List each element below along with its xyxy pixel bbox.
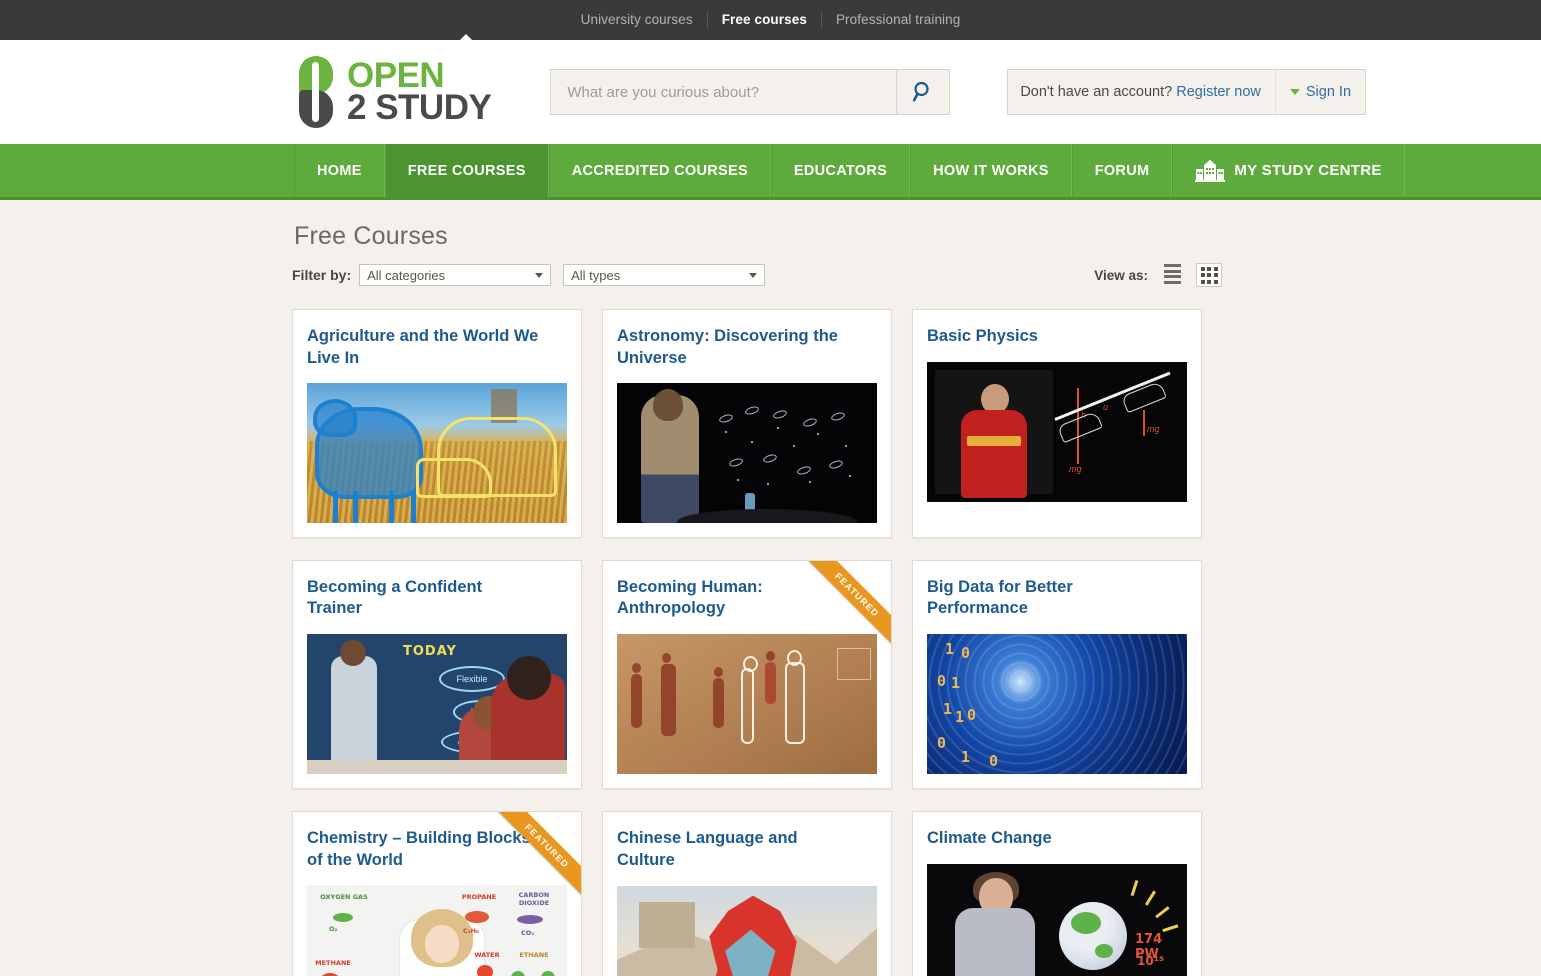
course-title: Basic Physics: [927, 327, 1038, 345]
site-header: OPEN 2 STUDY Don't have an account? Regi…: [0, 40, 1541, 144]
molecule-label-methane: METHANE: [315, 958, 351, 967]
course-card-agriculture[interactable]: Agriculture and the World We Live In: [292, 309, 582, 538]
course-title: Climate Change: [927, 829, 1052, 848]
binary-digit: 0: [961, 644, 971, 663]
course-thumbnail: [307, 382, 567, 523]
account-box: Don't have an account? Register now Sign…: [1007, 69, 1367, 115]
nav-item-my-study-centre[interactable]: MY STUDY CENTRE: [1172, 144, 1405, 197]
climate-value-exponent: 10¹⁵: [1137, 954, 1165, 969]
view-as-label: View as:: [1094, 267, 1148, 283]
nav-item-accredited-courses[interactable]: ACCREDITED COURSES: [548, 144, 771, 197]
account-prompt-text: Don't have an account?: [1020, 84, 1173, 100]
course-title: Agriculture and the World We Live In: [307, 327, 539, 367]
category-filter-value: All categories: [367, 267, 446, 283]
topbar-link-free-courses[interactable]: Free courses: [708, 0, 821, 40]
main-content: Free Courses Filter by: All categories A…: [0, 200, 1541, 976]
chevron-down-icon: [749, 273, 758, 278]
search-icon: [913, 81, 929, 102]
view-as-controls: View as:: [1094, 263, 1222, 287]
filter-by-label: Filter by:: [292, 267, 352, 283]
chevron-down-icon: [1289, 89, 1300, 95]
course-thumbnail: h u mg mg: [927, 362, 1187, 502]
course-card-chemistry[interactable]: Chemistry – Building Blocks of the World…: [292, 811, 582, 976]
chevron-down-icon: [535, 273, 544, 278]
binary-digit: 1: [945, 640, 955, 659]
grid-view-button[interactable]: [1196, 263, 1222, 287]
board-text-today: TODAY: [403, 644, 457, 660]
course-grid: Agriculture and the World We Live In Ast…: [292, 309, 1541, 976]
course-thumbnail: OXYGEN GAS O₂ PROPANE C₃H₈ CARBON DIOXID…: [307, 884, 567, 976]
search-input[interactable]: [551, 70, 897, 114]
course-thumbnail: TODAY Flexible learn experience: [307, 634, 567, 775]
binary-digit: 1: [961, 748, 971, 767]
topbar-link-university-courses[interactable]: University courses: [567, 0, 707, 40]
filter-toolbar: Filter by: All categories All types View…: [292, 263, 1222, 287]
main-navigation: HOME FREE COURSES ACCREDITED COURSES EDU…: [0, 144, 1541, 200]
binary-digit: 1: [951, 674, 961, 693]
leaf-logo-icon: [295, 56, 337, 128]
course-thumbnail: [617, 634, 877, 775]
search-button[interactable]: [896, 70, 949, 114]
binary-digit: 1: [955, 708, 965, 727]
course-title: Astronomy: Discovering the Universe: [617, 327, 838, 367]
type-filter-value: All types: [571, 267, 621, 283]
nav-item-how-it-works[interactable]: HOW IT WORKS: [910, 144, 1072, 197]
molecule-formula-co2: CO₂: [521, 928, 535, 937]
nav-item-home[interactable]: HOME: [294, 144, 385, 197]
molecule-formula-propane: C₃H₈: [463, 926, 479, 935]
course-card-basic-physics[interactable]: Basic Physics h u mg mg: [912, 309, 1202, 538]
course-card-chinese-language[interactable]: Chinese Language and Culture: [602, 811, 892, 976]
nav-item-forum[interactable]: FORUM: [1071, 144, 1173, 197]
topbar-link-professional-training[interactable]: Professional training: [822, 0, 974, 40]
campus-building-icon: [1195, 159, 1226, 182]
nav-item-my-study-centre-label: MY STUDY CENTRE: [1234, 162, 1382, 179]
list-view-icon: [1163, 264, 1181, 286]
account-prompt: Don't have an account? Register now: [1008, 84, 1275, 100]
category-filter-select[interactable]: All categories: [359, 264, 552, 286]
molecule-label-ethane: ETHANE: [519, 950, 549, 959]
type-filter-select[interactable]: All types: [563, 264, 766, 286]
course-card-confident-trainer[interactable]: Becoming a Confident Trainer TODAY Flexi…: [292, 559, 582, 790]
logo-text-2study: 2 STUDY: [347, 88, 492, 127]
sign-in-button[interactable]: Sign In: [1276, 84, 1365, 100]
nav-item-educators[interactable]: EDUCATORS: [770, 144, 911, 197]
course-card-becoming-human[interactable]: Becoming Human: Anthropology FEATURED: [602, 559, 892, 790]
molecule-label-propane: PROPANE: [461, 892, 497, 901]
binary-digit: 0: [937, 672, 947, 691]
course-title: Chinese Language and Culture: [617, 829, 798, 869]
list-view-button[interactable]: [1159, 263, 1185, 287]
binary-digit: 0: [937, 734, 947, 753]
page-title: Free Courses: [294, 222, 448, 250]
course-thumbnail: 174 PW 10¹⁵: [927, 864, 1187, 976]
register-now-link[interactable]: Register now: [1176, 84, 1261, 100]
logo-wordmark: OPEN 2 STUDY: [347, 58, 492, 127]
search-bar: [550, 69, 951, 115]
course-card-astronomy[interactable]: Astronomy: Discovering the Universe: [602, 309, 892, 538]
sign-in-label: Sign In: [1305, 84, 1352, 100]
course-title: Becoming a Confident Trainer: [307, 577, 483, 618]
course-title: Chemistry – Building Blocks of the World: [307, 829, 531, 869]
course-thumbnail: 1 0 0 1 1 1 0 0 1 0: [927, 634, 1187, 775]
nav-item-free-courses[interactable]: FREE COURSES: [384, 144, 549, 197]
course-thumbnail: [617, 885, 877, 976]
molecule-label-water: WATER: [474, 950, 500, 959]
molecule-label-co2: CARBON DIOXIDE: [518, 890, 550, 907]
molecule-label-oxygen: OXYGEN GAS: [320, 892, 368, 901]
grid-view-icon: [1200, 266, 1218, 284]
course-card-big-data[interactable]: Big Data for Better Performance 1 0 0 1 …: [912, 559, 1202, 790]
course-thumbnail: [617, 382, 877, 523]
active-section-caret-icon: [459, 34, 473, 41]
course-title: Big Data for Better Performance: [927, 577, 1073, 618]
top-utility-links: University courses Free courses Professi…: [567, 0, 975, 40]
binary-digit: 1: [943, 700, 953, 719]
molecule-formula-oxygen: O₂: [329, 924, 338, 933]
top-utility-bar: University courses Free courses Professi…: [0, 0, 1541, 41]
course-title: Becoming Human: Anthropology: [617, 577, 763, 618]
binary-digit: 0: [967, 706, 977, 725]
binary-digit: 0: [989, 752, 999, 771]
site-logo[interactable]: OPEN 2 STUDY: [295, 56, 492, 128]
course-card-climate-change[interactable]: Climate Change 174 PW 10¹⁵: [912, 811, 1202, 976]
